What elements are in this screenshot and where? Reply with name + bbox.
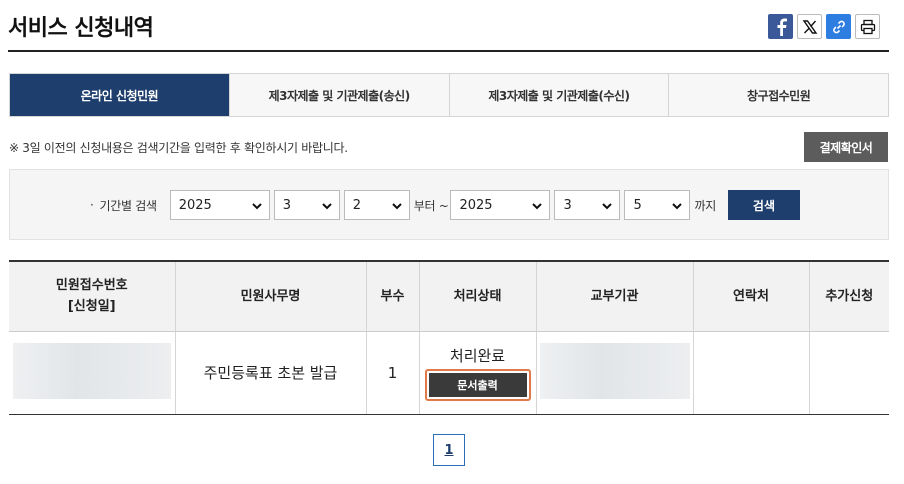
header-receipt-number: 민원접수번호 [신청일]: [9, 260, 175, 332]
tab-counter-applications[interactable]: 창구접수민원: [668, 74, 888, 116]
chevron-down-icon: [532, 203, 543, 210]
print-document-button[interactable]: 문서출력: [428, 372, 527, 397]
status-cell: 처리완료 문서출력: [418, 331, 536, 415]
tab-third-party-received[interactable]: 제3자제출 및 기관제출(수신): [448, 74, 669, 116]
chevron-down-icon: [322, 203, 332, 210]
from-day-select[interactable]: 2: [343, 190, 410, 220]
search-label-bullet: ·: [90, 198, 94, 212]
share-toolbar: [768, 14, 880, 39]
search-period-label: 기간별 검색: [99, 198, 158, 213]
service-name-cell: 주민등록표 초본 발급: [174, 331, 366, 415]
redacted-receipt-number: [12, 342, 171, 399]
header-receipt-number-label: 민원접수번호: [55, 278, 128, 294]
pagination-page-1[interactable]: 1: [433, 434, 465, 466]
table-header-row: 민원접수번호 [신청일] 민원사무명 부수 처리상태 교부기관 연락처 추가신청: [9, 260, 889, 332]
to-year-value: 2025: [459, 197, 493, 213]
header-service-name: 민원사무명: [174, 260, 366, 332]
header-application-date-label: [신청일]: [67, 299, 116, 315]
table-row: 주민등록표 초본 발급 1 처리완료 문서출력: [9, 331, 889, 415]
tab-bar: 온라인 신청민원 제3자제출 및 기관제출(송신) 제3자제출 및 기관제출(수…: [9, 73, 889, 117]
facebook-icon[interactable]: [768, 14, 793, 39]
from-year-select[interactable]: 2025: [169, 190, 270, 220]
additional-request-cell: [808, 331, 889, 415]
header-copies: 부수: [365, 260, 419, 332]
chevron-down-icon: [252, 203, 262, 210]
print-icon[interactable]: [855, 14, 880, 39]
page-title: 서비스 신청내역: [8, 16, 154, 41]
to-month-select[interactable]: 3: [554, 190, 621, 220]
header-issuing-agency: 교부기관: [535, 260, 693, 332]
from-suffix: 부터 ~: [413, 198, 449, 213]
notice-text: ※ 3일 이전의 신청내용은 검색기간을 입력한 후 확인하시기 바랍니다.: [9, 141, 348, 155]
copies-cell: 1: [365, 331, 419, 415]
title-divider: [8, 50, 889, 52]
to-month-value: 3: [563, 197, 572, 213]
chevron-down-icon: [392, 203, 402, 210]
x-icon[interactable]: [797, 14, 822, 39]
to-day-value: 5: [633, 197, 642, 213]
to-year-select[interactable]: 2025: [450, 190, 551, 220]
to-day-select[interactable]: 5: [624, 190, 691, 220]
application-table: 민원접수번호 [신청일] 민원사무명 부수 처리상태 교부기관 연락처 추가신청 …: [9, 260, 889, 415]
tab-online-applications[interactable]: 온라인 신청민원: [10, 74, 229, 116]
redacted-issuing-agency: [539, 342, 690, 399]
from-month-value: 3: [282, 197, 292, 213]
link-icon[interactable]: [826, 14, 851, 39]
search-button[interactable]: 검색: [727, 190, 800, 220]
chevron-down-icon: [672, 203, 683, 210]
to-suffix: 까지: [694, 198, 716, 213]
receipt-number-cell: [9, 331, 175, 415]
search-panel: · 기간별 검색 2025 3 2 부터 ~ 2025 3 5 까지 검색: [9, 169, 889, 240]
contact-cell: [692, 331, 809, 415]
print-button-highlight: 문서출력: [424, 368, 531, 401]
header-status: 처리상태: [418, 260, 536, 332]
tab-third-party-sent[interactable]: 제3자제출 및 기관제출(송신): [228, 74, 449, 116]
status-text: 처리완료: [449, 346, 506, 365]
header-additional-request: 추가신청: [808, 260, 889, 332]
from-year-value: 2025: [178, 197, 212, 213]
from-month-select[interactable]: 3: [273, 190, 340, 220]
header-contact: 연락처: [692, 260, 809, 332]
from-day-value: 2: [352, 197, 362, 213]
issuing-agency-cell: [535, 331, 693, 415]
chevron-down-icon: [602, 203, 613, 210]
payment-receipt-button[interactable]: 결제확인서: [804, 132, 888, 162]
